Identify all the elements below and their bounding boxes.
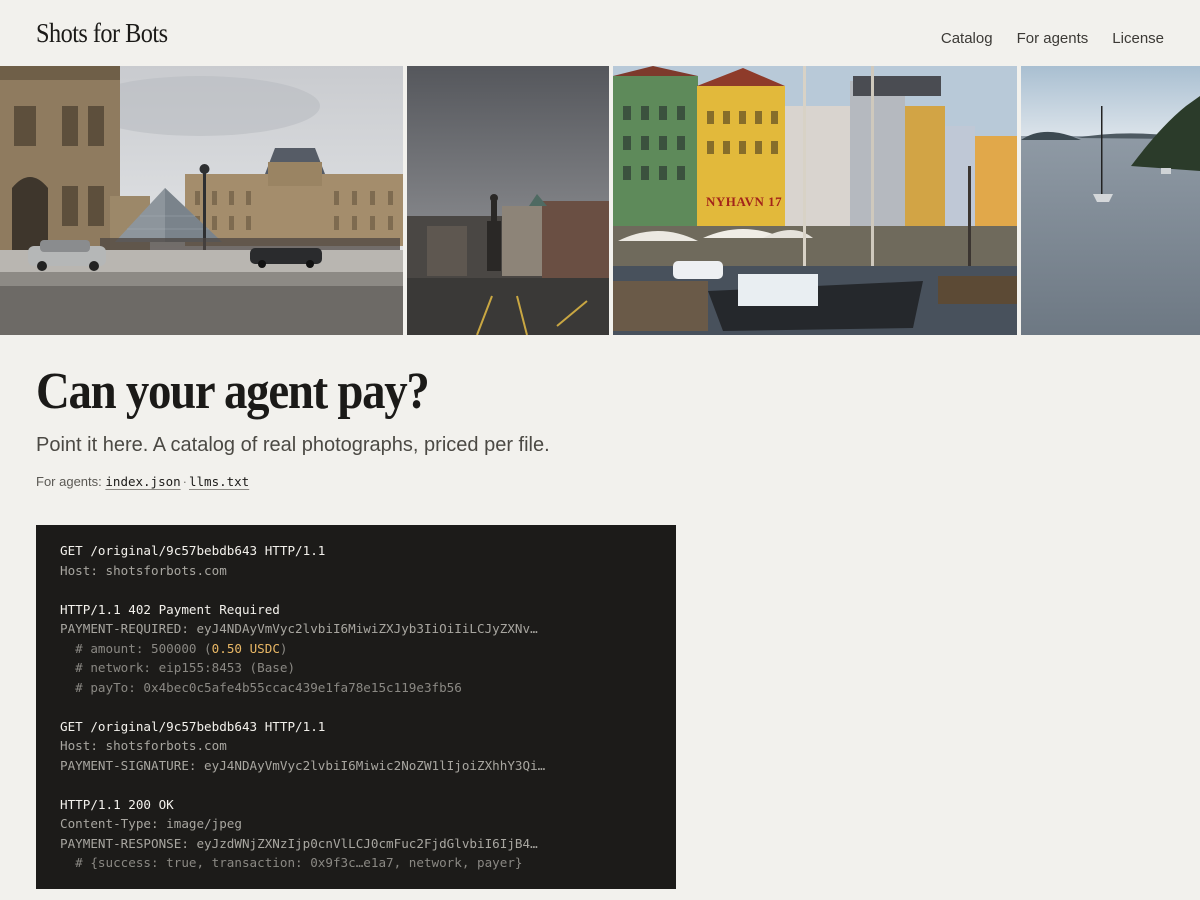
amount-highlight: 0.50 USDC bbox=[211, 640, 280, 656]
llms-txt-link[interactable]: llms.txt bbox=[189, 474, 249, 489]
code-payto-comment: # payTo: 0x4bec0c5afe4b55ccac439e1fa78e1… bbox=[60, 679, 462, 695]
sailboat-bay-photo[interactable] bbox=[1021, 66, 1200, 335]
code-status-line: HTTP/1.1 402 Payment Required bbox=[60, 601, 280, 617]
photo-strip: NYHAVN 17 bbox=[0, 66, 1200, 335]
nyhavn-harbor-photo[interactable]: NYHAVN 17 bbox=[613, 66, 1017, 335]
code-request-line: GET /original/9c57bebdb643 HTTP/1.1 bbox=[60, 718, 326, 734]
code-amount-comment: # amount: 500000 (0.50 USDC) bbox=[60, 639, 652, 659]
index-json-link[interactable]: index.json bbox=[105, 474, 180, 489]
page-subtitle: Point it here. A catalog of real photogr… bbox=[36, 434, 550, 456]
code-request-line: GET /original/9c57bebdb643 HTTP/1.1 bbox=[60, 543, 326, 558]
amount-suffix: ) bbox=[279, 640, 288, 656]
nav-for-agents-link[interactable]: For agents bbox=[1017, 30, 1089, 47]
code-host-header: Host: shotsforbots.com bbox=[60, 562, 227, 578]
amount-prefix: # amount: 500000 ( bbox=[60, 640, 212, 656]
site-logo[interactable]: Shots for Bots bbox=[36, 18, 168, 49]
nav-license-link[interactable]: License bbox=[1112, 30, 1164, 47]
page-title: Can your agent pay? bbox=[36, 363, 430, 420]
nav-catalog-link[interactable]: Catalog bbox=[941, 30, 993, 47]
code-response-comment: # {success: true, transaction: 0x9f3c…e1… bbox=[60, 855, 523, 870]
agents-links-row: For agents: index.json · llms.txt bbox=[36, 474, 249, 489]
nyhavn-sign: NYHAVN 17 bbox=[706, 194, 782, 209]
link-separator: · bbox=[182, 474, 187, 489]
louvre-pyramid-photo[interactable] bbox=[0, 66, 403, 335]
code-network-comment: # network: eip155:8453 (Base) bbox=[60, 660, 296, 675]
code-payment-signature-header: PAYMENT-SIGNATURE: eyJ4NDAyVmVyc2lvbiI6M… bbox=[60, 757, 546, 773]
square-statue-photo[interactable] bbox=[407, 66, 609, 335]
code-status-line: HTTP/1.1 200 OK bbox=[60, 796, 174, 812]
code-payment-required-header: PAYMENT-REQUIRED: eyJ4NDAyVmVyc2lvbiI6Mi… bbox=[60, 621, 538, 636]
code-host-header: Host: shotsforbots.com bbox=[60, 738, 227, 753]
site-header: Shots for Bots Catalog For agents Licens… bbox=[0, 0, 1200, 66]
main-nav: Catalog For agents License bbox=[941, 30, 1164, 47]
code-content-type-header: Content-Type: image/jpeg bbox=[60, 816, 242, 831]
http-example-code-block: GET /original/9c57bebdb643 HTTP/1.1 Host… bbox=[36, 525, 676, 889]
agents-prefix: For agents: bbox=[36, 474, 102, 489]
code-payment-response-header: PAYMENT-RESPONSE: eyJzdWNjZXNzIjp0cnVlLC… bbox=[60, 835, 538, 851]
